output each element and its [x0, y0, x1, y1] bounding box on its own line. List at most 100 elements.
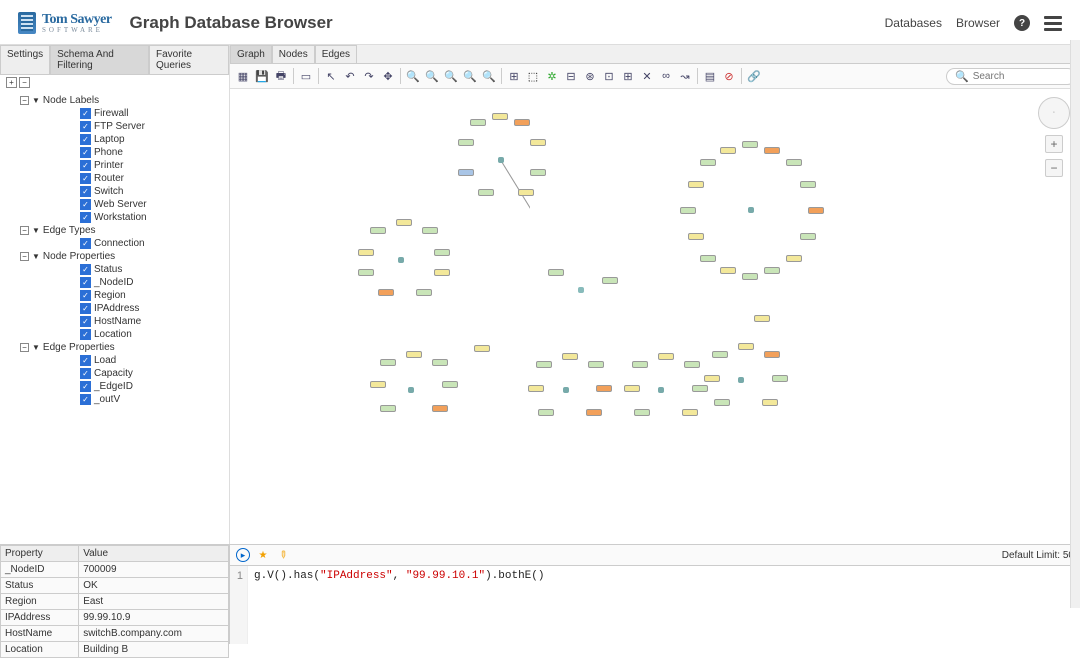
- spring-icon[interactable]: ✲: [543, 67, 561, 85]
- node-prop-item[interactable]: HostName: [94, 316, 141, 327]
- wand-icon[interactable]: ✎: [273, 545, 293, 565]
- collapse-all-icon[interactable]: −: [19, 77, 30, 88]
- link-icon[interactable]: 🔗: [745, 67, 763, 85]
- pan-disc[interactable]: [1038, 97, 1070, 129]
- graph-canvas[interactable]: + −: [230, 89, 1080, 544]
- search-input[interactable]: [973, 71, 1067, 82]
- nav-browser[interactable]: Browser: [956, 16, 1000, 30]
- checkbox-icon[interactable]: ✓: [80, 303, 91, 314]
- node-label-item[interactable]: Router: [94, 173, 124, 184]
- group-edge-properties[interactable]: Edge Properties: [43, 342, 115, 353]
- edge-prop-item[interactable]: _EdgeID: [94, 381, 133, 392]
- menu-icon[interactable]: [1044, 16, 1062, 31]
- checkbox-icon[interactable]: ✓: [80, 238, 91, 249]
- node-label-item[interactable]: Web Server: [94, 199, 147, 210]
- edge-type-item[interactable]: Connection: [94, 238, 145, 249]
- run-query-icon[interactable]: ▸: [236, 548, 250, 562]
- checkbox-icon[interactable]: ✓: [80, 394, 91, 405]
- tree-icon[interactable]: ⊟: [562, 67, 580, 85]
- labels-icon[interactable]: ▤: [701, 67, 719, 85]
- query-editor[interactable]: 1 g.V().has("IPAddress", "99.99.10.1").b…: [230, 566, 1080, 644]
- cross-icon[interactable]: ✕: [638, 67, 656, 85]
- redo-icon[interactable]: ↷: [360, 67, 378, 85]
- checkbox-icon[interactable]: ✓: [80, 368, 91, 379]
- node-label-item[interactable]: Firewall: [94, 108, 128, 119]
- node-prop-item[interactable]: Location: [94, 329, 132, 340]
- tab-settings[interactable]: Settings: [0, 45, 50, 74]
- checkbox-icon[interactable]: ✓: [80, 355, 91, 366]
- collapse-icon[interactable]: −: [20, 96, 29, 105]
- tab-schema-filtering[interactable]: Schema And Filtering: [50, 45, 149, 74]
- node-label-item[interactable]: Phone: [94, 147, 123, 158]
- caret-icon[interactable]: ▼: [32, 343, 40, 352]
- query-text[interactable]: g.V().has("IPAddress", "99.99.10.1").bot…: [248, 566, 550, 644]
- zoom-fit-icon[interactable]: ✥: [379, 67, 397, 85]
- checkbox-icon[interactable]: ✓: [80, 264, 91, 275]
- stop-icon[interactable]: ⊘: [720, 67, 738, 85]
- group-edge-types[interactable]: Edge Types: [43, 225, 96, 236]
- select-icon[interactable]: ▭: [297, 67, 315, 85]
- undo-icon[interactable]: ↶: [341, 67, 359, 85]
- search-box[interactable]: 🔍: [946, 68, 1076, 85]
- edge-prop-item[interactable]: Load: [94, 355, 116, 366]
- checkbox-icon[interactable]: ✓: [80, 186, 91, 197]
- zoom-in-button[interactable]: +: [1045, 135, 1063, 153]
- radial-icon[interactable]: ⊛: [581, 67, 599, 85]
- collapse-icon[interactable]: −: [20, 252, 29, 261]
- nav-databases[interactable]: Databases: [885, 16, 942, 30]
- caret-icon[interactable]: ▼: [32, 252, 40, 261]
- zoom-full-icon[interactable]: 🔍: [480, 67, 498, 85]
- expand-all-icon[interactable]: +: [6, 77, 17, 88]
- edge-prop-item[interactable]: _outV: [94, 394, 120, 405]
- zoom-out-icon[interactable]: 🔍: [423, 67, 441, 85]
- zoom-in-icon[interactable]: 🔍: [404, 67, 422, 85]
- collapse-icon[interactable]: −: [20, 226, 29, 235]
- tab-graph[interactable]: Graph: [230, 45, 272, 63]
- hierarchical-icon[interactable]: ⊞: [505, 67, 523, 85]
- cluster-icon[interactable]: ∞: [657, 67, 675, 85]
- tab-nodes[interactable]: Nodes: [272, 45, 315, 63]
- caret-icon[interactable]: ▼: [32, 96, 40, 105]
- checkbox-icon[interactable]: ✓: [80, 290, 91, 301]
- print-icon[interactable]: 🖶: [272, 67, 290, 85]
- node-prop-item[interactable]: _NodeID: [94, 277, 133, 288]
- checkbox-icon[interactable]: ✓: [80, 381, 91, 392]
- checkbox-icon[interactable]: ✓: [80, 160, 91, 171]
- layout-icon[interactable]: ▦: [234, 67, 252, 85]
- group-node-labels[interactable]: Node Labels: [43, 95, 99, 106]
- pointer-icon[interactable]: ↖: [322, 67, 340, 85]
- node-prop-item[interactable]: IPAddress: [94, 303, 139, 314]
- help-icon[interactable]: ?: [1014, 15, 1030, 31]
- zoom-reset-icon[interactable]: 🔍: [461, 67, 479, 85]
- checkbox-icon[interactable]: ✓: [80, 108, 91, 119]
- node-label-item[interactable]: FTP Server: [94, 121, 145, 132]
- scrollbar[interactable]: [1070, 40, 1080, 608]
- checkbox-icon[interactable]: ✓: [80, 277, 91, 288]
- cursor-icon[interactable]: ⬚: [524, 67, 542, 85]
- node-label-item[interactable]: Printer: [94, 160, 123, 171]
- node-prop-item[interactable]: Status: [94, 264, 122, 275]
- checkbox-icon[interactable]: ✓: [80, 316, 91, 327]
- node-prop-item[interactable]: Region: [94, 290, 126, 301]
- router-icon[interactable]: ↝: [676, 67, 694, 85]
- checkbox-icon[interactable]: ✓: [80, 173, 91, 184]
- collapse-icon[interactable]: −: [20, 343, 29, 352]
- checkbox-icon[interactable]: ✓: [80, 212, 91, 223]
- group-node-properties[interactable]: Node Properties: [43, 251, 115, 262]
- zoom-out-button[interactable]: −: [1045, 159, 1063, 177]
- bundle-icon[interactable]: ⊡: [600, 67, 618, 85]
- tab-favorite-queries[interactable]: Favorite Queries: [149, 45, 229, 74]
- checkbox-icon[interactable]: ✓: [80, 147, 91, 158]
- checkbox-icon[interactable]: ✓: [80, 329, 91, 340]
- checkbox-icon[interactable]: ✓: [80, 121, 91, 132]
- checkbox-icon[interactable]: ✓: [80, 199, 91, 210]
- save-icon[interactable]: 💾: [253, 67, 271, 85]
- tab-edges[interactable]: Edges: [315, 45, 357, 63]
- node-label-item[interactable]: Laptop: [94, 134, 125, 145]
- checkbox-icon[interactable]: ✓: [80, 134, 91, 145]
- edge-prop-item[interactable]: Capacity: [94, 368, 133, 379]
- node-label-item[interactable]: Switch: [94, 186, 123, 197]
- node-label-item[interactable]: Workstation: [94, 212, 147, 223]
- ortho-icon[interactable]: ⊞: [619, 67, 637, 85]
- zoom-area-icon[interactable]: 🔍: [442, 67, 460, 85]
